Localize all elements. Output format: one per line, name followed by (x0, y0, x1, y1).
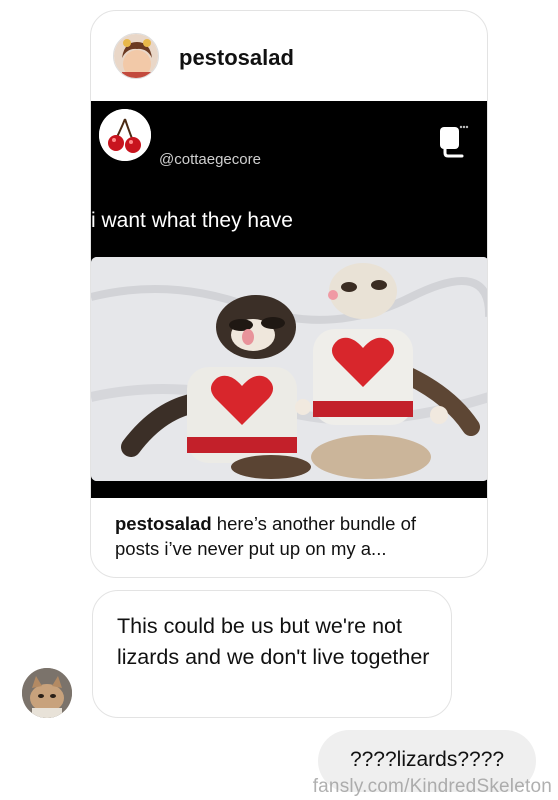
ferret-photo[interactable] (91, 257, 487, 481)
sender-name[interactable]: pestosalad (179, 45, 294, 71)
incoming-message-text: This could be us but we're not lizards a… (117, 614, 430, 669)
shared-post-header: pestosalad (91, 11, 487, 101)
cherry-icon (99, 109, 151, 161)
embed-caption: i want what they have (91, 209, 293, 232)
incoming-message-bubble[interactable]: This could be us but we're not lizards a… (92, 590, 452, 718)
embed-handle: @cottaegecore (159, 151, 261, 168)
post-footer-text: pestosalad here’s another bundle of post… (115, 511, 465, 561)
sender-avatar[interactable] (113, 33, 159, 79)
shared-post-card[interactable]: pestosalad @cottaegecore i want what the… (90, 10, 488, 578)
footer-author-name: pestosalad (115, 513, 212, 534)
outgoing-message-text: ????lizards???? (349, 748, 505, 771)
contact-avatar[interactable] (22, 668, 72, 718)
copy-icon[interactable] (435, 123, 469, 159)
watermark: fansly.com/KindredSkeleton (312, 776, 552, 797)
embedded-post[interactable]: @cottaegecore i want what they have (91, 101, 487, 498)
